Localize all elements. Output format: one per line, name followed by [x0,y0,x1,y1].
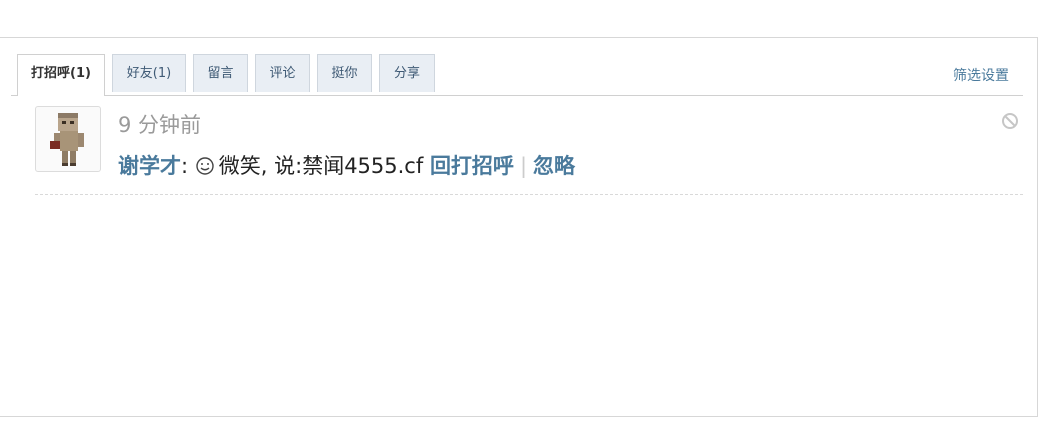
tab-support[interactable]: 挺你 [317,54,372,92]
tab-bar: 打招呼(1) 好友(1) 留言 评论 挺你 分享 筛选设置 [11,54,1023,96]
tab-comments[interactable]: 评论 [255,54,310,92]
feed-item: 9 分钟前 谢学才: 微笑, 说:禁闻4555.cf 回打招呼 | 忽略 [35,104,1023,195]
tab-friends[interactable]: 好友(1) [112,54,186,92]
blocky-character-avatar-icon [50,113,84,166]
filter-settings-link[interactable]: 筛选设置 [953,65,1009,85]
tab-messages[interactable]: 留言 [193,54,248,92]
ignore-link[interactable]: 忽略 [533,154,575,178]
tab-share[interactable]: 分享 [379,54,435,92]
user-name-link[interactable]: 谢学才 [118,154,181,178]
avatar[interactable] [35,106,101,172]
colon: : [181,154,189,178]
timestamp: 9 分钟前 [118,113,202,137]
tab-greetings[interactable]: 打招呼(1) [17,54,105,96]
greeting-line: 谢学才: 微笑, 说:禁闻4555.cf 回打招呼 | 忽略 [118,150,575,180]
block-icon[interactable] [1001,112,1019,130]
separator: | [519,154,528,178]
reply-greeting-link[interactable]: 回打招呼 [430,154,514,178]
greeting-text: 微笑, 说:禁闻4555.cf [218,154,424,178]
notification-panel: 打招呼(1) 好友(1) 留言 评论 挺你 分享 筛选设置 9 分钟前 谢学才:… [0,37,1038,417]
smile-icon [196,157,214,175]
